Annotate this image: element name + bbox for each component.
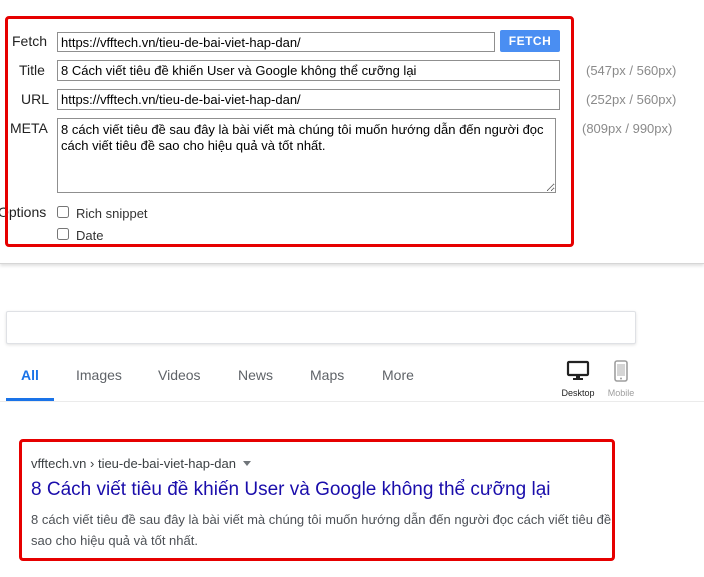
fetch-label: Fetch [12,33,48,49]
serp-breadcrumb: vfftech.vn › tieu-de-bai-viet-hap-dan [31,456,251,471]
desktop-label: Desktop [561,388,595,398]
tab-maps[interactable]: Maps [310,367,344,383]
tab-images[interactable]: Images [76,367,122,383]
mobile-label: Mobile [607,388,635,398]
tab-news[interactable]: News [238,367,273,383]
caret-down-icon[interactable] [242,461,251,466]
date-checkbox[interactable] [57,228,69,240]
search-input[interactable] [6,311,636,344]
phone-icon [614,360,628,382]
tabs-divider [0,401,704,402]
serp-url-text: vfftech.vn › tieu-de-bai-viet-hap-dan [31,456,236,471]
rich-snippet-checkbox[interactable] [57,206,69,218]
fetch-button[interactable]: FETCH [500,30,560,52]
tab-more[interactable]: More [382,367,414,383]
title-length-measure: (547px / 560px) [586,63,677,78]
meta-description-textarea[interactable]: 8 cách viết tiêu đề sau đây là bài viết … [57,118,556,193]
monitor-icon [566,360,590,380]
serp-description: 8 cách viết tiêu đề sau đây là bài viết … [31,512,612,548]
tab-videos[interactable]: Videos [158,367,201,383]
date-label: Date [76,228,104,243]
fetch-url-input[interactable] [57,32,495,52]
mobile-toggle[interactable]: Mobile [603,360,639,398]
meta-label: META [10,120,48,136]
rich-snippet-label: Rich snippet [76,206,148,221]
desktop-toggle[interactable]: Desktop [558,360,598,398]
options-label: Options [0,204,47,220]
title-input[interactable] [57,60,560,81]
meta-length-measure: (809px / 990px) [582,121,673,136]
snippet-editor-panel: Fetch FETCH Title (547px / 560px) URL (2… [0,0,704,264]
url-length-measure: (252px / 560px) [586,92,677,107]
url-label: URL [21,91,50,107]
serp-title-link[interactable]: 8 Cách viết tiêu đề khiến User và Google… [31,479,550,501]
title-label: Title [19,62,45,78]
tab-all[interactable]: All [21,367,39,383]
url-input[interactable] [57,89,560,110]
